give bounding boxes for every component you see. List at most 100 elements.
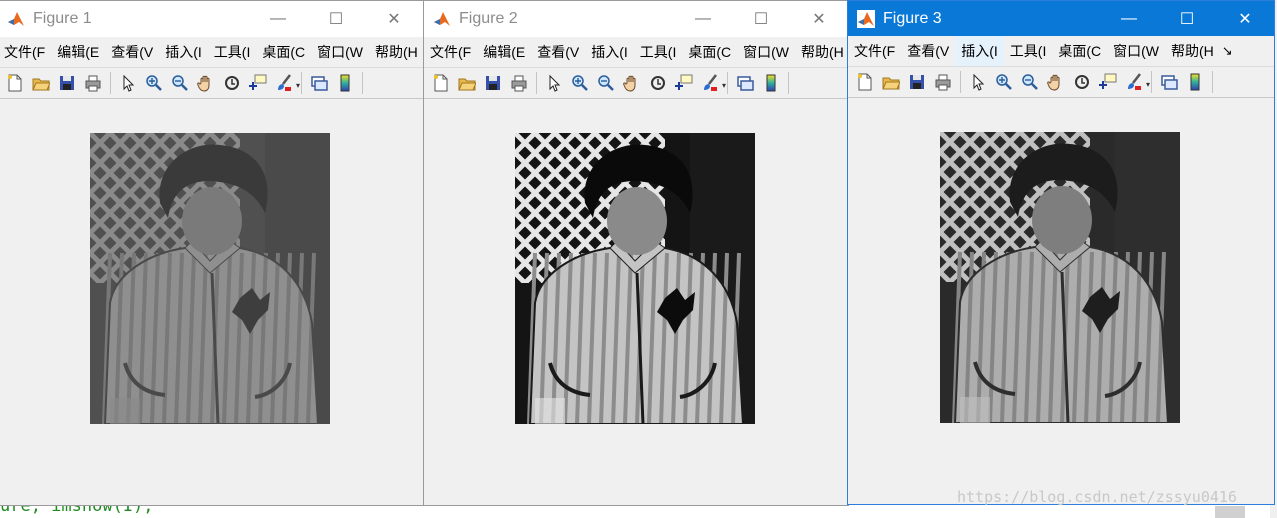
watermark-text: https://blog.csdn.net/zssyu0416 [957, 488, 1237, 506]
pan-hand-icon[interactable] [1043, 69, 1069, 95]
zoom-out-icon[interactable] [1017, 69, 1043, 95]
open-file-icon[interactable] [878, 69, 904, 95]
window-title: Figure 1 [33, 10, 92, 27]
link-plot-icon[interactable] [1156, 69, 1182, 95]
menu-view[interactable]: 查看(V [901, 36, 955, 66]
minimize-button[interactable]: — [674, 1, 732, 37]
matlab-logo-icon [7, 10, 25, 28]
rotate-3d-icon[interactable] [219, 70, 245, 96]
title-bar[interactable]: Figure 2 — ☐ ✕ [424, 1, 848, 37]
menu-file[interactable]: 文件(F [424, 37, 477, 67]
toolbar-separator [788, 72, 789, 94]
save-icon[interactable] [480, 70, 506, 96]
figure-window-1[interactable]: Figure 1 — ☐ ✕ 文件(F 编辑(E 查看(V 插入(I 工具(I … [0, 0, 424, 506]
menu-overflow-icon[interactable]: ↘ [1220, 43, 1233, 59]
brush-icon[interactable]: ▾ [1121, 69, 1150, 95]
taskbar-fragment [1215, 506, 1245, 518]
menu-help[interactable]: 帮助(H [369, 37, 423, 67]
menu-edit[interactable]: 编辑(E [51, 37, 105, 67]
figure-window-2[interactable]: Figure 2 — ☐ ✕ 文件(F 编辑(E 查看(V 插入(I 工具(I … [423, 0, 849, 506]
menu-view[interactable]: 查看(V [105, 37, 159, 67]
menu-desktop[interactable]: 桌面(C [256, 37, 311, 67]
menu-file[interactable]: 文件(F [0, 37, 51, 67]
menu-desktop[interactable]: 桌面(C [1052, 36, 1107, 66]
new-figure-icon[interactable] [2, 70, 28, 96]
toolbar-separator [536, 72, 537, 94]
menu-insert[interactable]: 插入(I [955, 36, 1004, 66]
minimize-button[interactable]: — [1100, 1, 1158, 36]
colorbar-icon[interactable] [758, 70, 784, 96]
dropdown-caret-icon[interactable]: ▾ [1146, 80, 1150, 89]
zoom-in-icon[interactable] [141, 70, 167, 96]
grayscale-photo [515, 133, 755, 424]
toolbar-separator [960, 71, 961, 93]
pointer-icon[interactable] [541, 70, 567, 96]
zoom-in-icon[interactable] [991, 69, 1017, 95]
toolbar-separator [1212, 71, 1213, 93]
save-icon[interactable] [904, 69, 930, 95]
minimize-button[interactable]: — [249, 1, 307, 37]
menu-bar: 文件(F 查看(V 插入(I 工具(I 桌面(C 窗口(W 帮助(H ↘ [848, 36, 1274, 66]
link-plot-icon[interactable] [732, 70, 758, 96]
toolbar-separator [110, 72, 111, 94]
menu-tools[interactable]: 工具(I [634, 37, 683, 67]
new-figure-icon[interactable] [852, 69, 878, 95]
print-icon[interactable] [930, 69, 956, 95]
rotate-3d-icon[interactable] [1069, 69, 1095, 95]
figure-toolbar: ▾ [0, 67, 423, 99]
menu-tools[interactable]: 工具(I [208, 37, 257, 67]
pan-hand-icon[interactable] [193, 70, 219, 96]
figure-canvas [848, 100, 1274, 504]
save-icon[interactable] [54, 70, 80, 96]
figure-toolbar: ▾ [848, 66, 1274, 98]
print-icon[interactable] [80, 70, 106, 96]
menu-help[interactable]: 帮助(H [1165, 36, 1220, 66]
figure-canvas [0, 100, 423, 505]
menu-window[interactable]: 窗口(W [737, 37, 795, 67]
data-cursor-icon[interactable] [1095, 69, 1121, 95]
open-file-icon[interactable] [28, 70, 54, 96]
menu-window[interactable]: 窗口(W [311, 37, 369, 67]
pointer-icon[interactable] [965, 69, 991, 95]
rotate-3d-icon[interactable] [645, 70, 671, 96]
colorbar-icon[interactable] [1182, 69, 1208, 95]
menu-edit[interactable]: 编辑(E [477, 37, 531, 67]
dropdown-caret-icon[interactable]: ▾ [296, 81, 300, 90]
window-title: Figure 3 [883, 9, 942, 27]
close-button[interactable]: ✕ [365, 1, 423, 37]
dropdown-caret-icon[interactable]: ▾ [722, 81, 726, 90]
menu-tools[interactable]: 工具(I [1004, 36, 1053, 66]
maximize-button[interactable]: ☐ [732, 1, 790, 37]
data-cursor-icon[interactable] [671, 70, 697, 96]
data-cursor-icon[interactable] [245, 70, 271, 96]
window-title: Figure 2 [459, 10, 518, 27]
menu-desktop[interactable]: 桌面(C [682, 37, 737, 67]
grayscale-photo [90, 133, 330, 424]
zoom-out-icon[interactable] [167, 70, 193, 96]
zoom-in-icon[interactable] [567, 70, 593, 96]
menu-file[interactable]: 文件(F [848, 36, 901, 66]
title-bar[interactable]: Figure 1 — ☐ ✕ [0, 1, 423, 37]
open-file-icon[interactable] [454, 70, 480, 96]
zoom-out-icon[interactable] [593, 70, 619, 96]
maximize-button[interactable]: ☐ [307, 1, 365, 37]
new-figure-icon[interactable] [428, 70, 454, 96]
maximize-button[interactable]: ☐ [1158, 1, 1216, 36]
menu-window[interactable]: 窗口(W [1107, 36, 1165, 66]
print-icon[interactable] [506, 70, 532, 96]
close-button[interactable]: ✕ [790, 1, 848, 37]
grayscale-photo [940, 132, 1180, 423]
brush-icon[interactable]: ▾ [697, 70, 726, 96]
pan-hand-icon[interactable] [619, 70, 645, 96]
link-plot-icon[interactable] [306, 70, 332, 96]
brush-icon[interactable]: ▾ [271, 70, 300, 96]
menu-help[interactable]: 帮助(H [795, 37, 848, 67]
menu-insert[interactable]: 插入(I [585, 37, 634, 67]
figure-window-3[interactable]: Figure 3 — ☐ ✕ 文件(F 查看(V 插入(I 工具(I 桌面(C … [847, 0, 1275, 505]
menu-insert[interactable]: 插入(I [159, 37, 208, 67]
close-button[interactable]: ✕ [1216, 1, 1274, 36]
colorbar-icon[interactable] [332, 70, 358, 96]
menu-view[interactable]: 查看(V [531, 37, 585, 67]
title-bar[interactable]: Figure 3 — ☐ ✕ [848, 1, 1274, 36]
pointer-icon[interactable] [115, 70, 141, 96]
